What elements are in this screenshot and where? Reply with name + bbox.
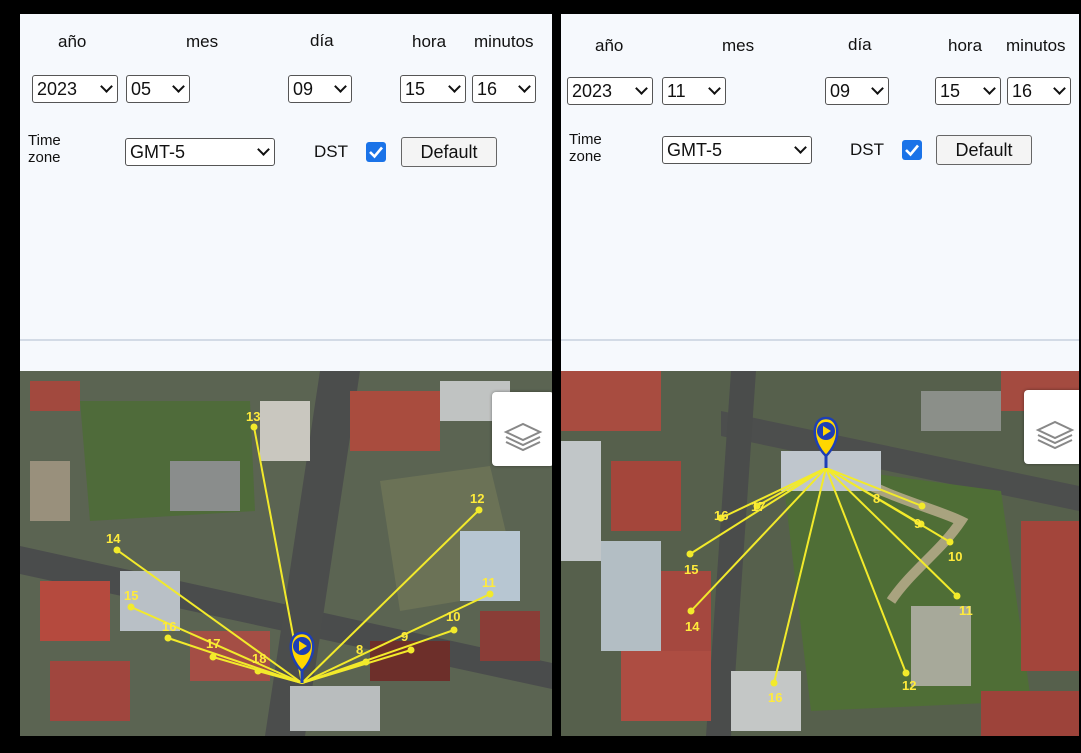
default-button[interactable]: Default — [401, 137, 497, 167]
hour-label-9: 9 — [914, 516, 921, 531]
chevron-down-icon — [708, 82, 721, 95]
hour-label-8: 8 — [873, 491, 880, 506]
hour-label-18: 18 — [252, 651, 266, 666]
dst-checkbox[interactable] — [366, 142, 386, 162]
sun-panel-may: año mes día hora minutos 2023 05 09 15 1… — [20, 14, 552, 736]
timezone-label: Time zone — [569, 131, 602, 165]
month-label: mes — [722, 36, 755, 55]
hour-label-13: 13 — [246, 409, 260, 424]
layers-icon — [503, 422, 543, 452]
checkmark-icon — [369, 146, 383, 159]
chevron-down-icon — [334, 80, 347, 93]
minutes-label: minutos — [474, 32, 534, 51]
chevron-down-icon — [983, 82, 996, 95]
hour-select[interactable]: 15 — [400, 75, 466, 103]
chevron-down-icon — [257, 143, 270, 156]
chevron-down-icon — [518, 80, 531, 93]
dst-label: DST — [314, 142, 348, 161]
day-select[interactable]: 09 — [825, 77, 889, 105]
chevron-down-icon — [871, 82, 884, 95]
month-label: mes — [186, 32, 219, 51]
satellite-map[interactable]: 14 13 12 11 10 9 8 15 16 17 18 — [20, 371, 552, 736]
chevron-down-icon — [794, 141, 807, 154]
chevron-down-icon — [448, 80, 461, 93]
hour-label: hora — [948, 36, 983, 55]
divider — [561, 339, 1079, 341]
hour-label: hora — [412, 32, 447, 51]
hour-label-15: 15 — [684, 562, 698, 577]
year-label: año — [595, 36, 624, 55]
day-label: día — [848, 35, 872, 54]
hour-label-10: 10 — [948, 549, 962, 564]
layers-button[interactable] — [1024, 390, 1079, 464]
hour-label-10: 10 — [446, 609, 460, 624]
minute-select[interactable]: 16 — [472, 75, 536, 103]
year-select[interactable]: 2023 — [32, 75, 118, 103]
hour-label-16-bottom: 16 — [768, 690, 782, 705]
hour-label-12: 12 — [470, 491, 484, 506]
hour-label-16: 16 — [162, 619, 176, 634]
timezone-label: Time zone — [28, 132, 61, 166]
divider — [20, 339, 552, 341]
dst-label: DST — [850, 140, 884, 159]
month-select[interactable]: 11 — [662, 77, 726, 105]
hour-label-11: 11 — [482, 575, 496, 590]
minutes-label: minutos — [1006, 36, 1066, 55]
hour-label-14: 14 — [106, 531, 121, 546]
hour-label-12: 12 — [902, 678, 916, 693]
chevron-down-icon — [172, 80, 185, 93]
year-select[interactable]: 2023 — [567, 77, 653, 105]
hour-label-11: 11 — [959, 603, 973, 618]
dst-checkbox[interactable] — [902, 140, 922, 160]
month-select[interactable]: 05 — [126, 75, 190, 103]
hour-label-17: 17 — [206, 636, 220, 651]
satellite-map[interactable]: 8 9 10 11 12 16 14 15 16 17 — [561, 371, 1079, 736]
minute-select[interactable]: 16 — [1007, 77, 1071, 105]
hour-label-15: 15 — [124, 588, 138, 603]
timezone-select[interactable]: GMT-5 — [125, 138, 275, 166]
hour-label-8: 8 — [356, 642, 363, 657]
timezone-select[interactable]: GMT-5 — [662, 136, 812, 164]
layers-icon — [1035, 420, 1075, 450]
chevron-down-icon — [635, 82, 648, 95]
chevron-down-icon — [100, 80, 113, 93]
hour-label-14: 14 — [685, 619, 700, 634]
hour-select[interactable]: 15 — [935, 77, 1001, 105]
hour-label-17: 17 — [751, 499, 765, 514]
sun-panel-november: año mes día hora minutos 2023 11 09 15 1… — [561, 14, 1079, 736]
chevron-down-icon — [1053, 82, 1066, 95]
day-select[interactable]: 09 — [288, 75, 352, 103]
layers-button[interactable] — [492, 392, 552, 466]
year-label: año — [58, 32, 87, 51]
checkmark-icon — [905, 144, 919, 157]
hour-label-9: 9 — [401, 629, 408, 644]
default-button[interactable]: Default — [936, 135, 1032, 165]
hour-label-16: 16 — [714, 508, 728, 523]
day-label: día — [310, 31, 334, 50]
